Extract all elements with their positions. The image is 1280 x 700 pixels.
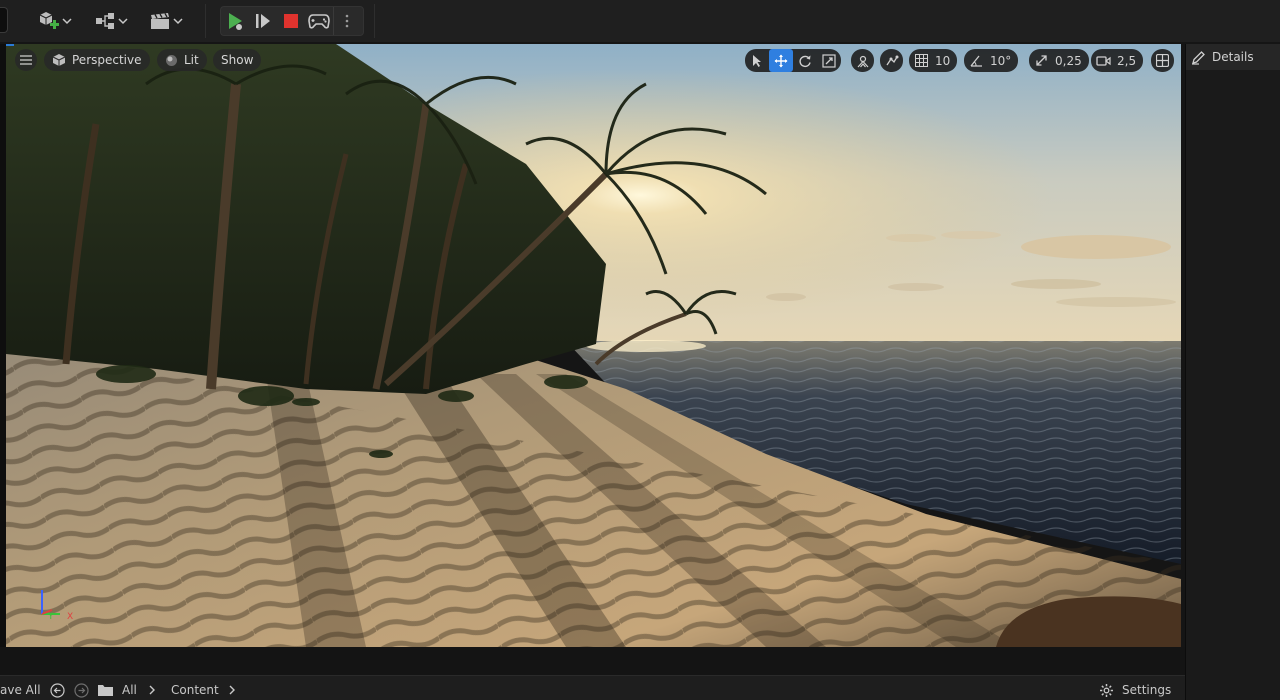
scale-snap-control[interactable]: 0,25 [1029, 49, 1089, 72]
camera-icon [1091, 49, 1115, 72]
tab-details[interactable]: Details [1186, 44, 1280, 70]
stop-icon [284, 14, 298, 28]
rotation-snap-value: 10° [990, 53, 1012, 68]
angle-icon [964, 49, 988, 72]
lit-label: Lit [184, 53, 199, 67]
cube-icon [52, 54, 66, 66]
transform-tools [745, 49, 841, 72]
show-button[interactable]: Show [213, 49, 262, 71]
gamepad-icon [308, 14, 330, 29]
axis-label-y: Y [47, 612, 54, 622]
move-icon [774, 54, 788, 67]
view-mode-button[interactable]: Lit [157, 49, 207, 71]
pencil-icon [1192, 50, 1205, 65]
arrow-left-circle-icon [50, 682, 65, 698]
chevron-right-icon [148, 680, 156, 700]
perspective-label: Perspective [72, 53, 142, 67]
possess-eject-button[interactable] [305, 7, 333, 35]
play-controls [220, 6, 364, 36]
camera-speed-value: 2,5 [1117, 53, 1137, 68]
surface-snapping-button[interactable] [880, 49, 903, 72]
breadcrumb-all-label: All [122, 683, 137, 697]
blueprint-icon [94, 7, 116, 35]
breadcrumb-content[interactable]: Content [171, 680, 219, 700]
rotation-snap-control[interactable]: 10° [964, 49, 1019, 72]
main-toolbar [0, 0, 1280, 42]
advance-frame-icon [256, 14, 270, 28]
viewport-focus-indicator [6, 44, 14, 46]
coordinate-system-button[interactable] [851, 49, 874, 72]
toolbar-separator [374, 4, 375, 38]
save-all-button[interactable]: ave All [0, 680, 41, 700]
arrow-right-circle-icon [74, 682, 89, 698]
cinematics-dropdown[interactable] [149, 6, 183, 36]
history-back-button[interactable] [50, 680, 65, 700]
settings-button[interactable]: Settings [1099, 680, 1171, 700]
axis-gizmo-icon: Y X [41, 590, 73, 622]
toolbar-separator [205, 4, 206, 38]
layout-icon [1151, 49, 1174, 72]
select-mode-button[interactable] [745, 49, 769, 72]
show-label: Show [221, 53, 254, 67]
scale-snap-icon [1029, 49, 1053, 72]
folder-button[interactable] [97, 680, 114, 700]
viewport-options-button[interactable] [15, 49, 37, 71]
play-options-button[interactable] [333, 7, 359, 35]
toolbar-left-edge [0, 7, 8, 33]
world-icon [851, 49, 874, 72]
gear-icon [1100, 683, 1113, 697]
history-forward-button[interactable] [74, 680, 89, 700]
play-button[interactable] [221, 7, 249, 35]
scale-snap-value: 0,25 [1055, 53, 1082, 68]
breadcrumb-all[interactable]: All [122, 680, 137, 700]
scale-mode-button[interactable] [817, 49, 841, 72]
details-tab-label: Details [1212, 50, 1254, 64]
add-actor-dropdown[interactable] [38, 6, 72, 36]
surface-snap-icon [880, 49, 903, 72]
chevron-right-icon [228, 680, 236, 700]
stop-button[interactable] [277, 7, 305, 35]
lit-sphere-icon [166, 54, 177, 66]
rotate-icon [799, 55, 811, 67]
content-browser-bar: ave All All Content Settings [0, 675, 1185, 700]
cinematics-icon [149, 7, 171, 35]
bottom-drawer-strip [0, 647, 1185, 675]
viewport-layout-button[interactable] [1151, 49, 1174, 72]
settings-label: Settings [1122, 683, 1172, 697]
translate-mode-button[interactable] [769, 49, 793, 72]
chevron-down-icon [62, 7, 72, 35]
chevron-down-icon [173, 7, 183, 35]
axis-label-x: X [67, 612, 73, 622]
folder-icon [98, 685, 113, 696]
chevron-down-icon [118, 7, 128, 35]
blueprint-dropdown[interactable] [94, 6, 128, 36]
beach-scene-image [6, 44, 1181, 647]
play-icon [229, 13, 242, 30]
rotate-mode-button[interactable] [793, 49, 817, 72]
level-viewport[interactable]: Perspective Lit Show 10 10° 0,25 2,5 Y X [0, 44, 1181, 647]
more-options-icon [345, 14, 348, 28]
camera-speed-control[interactable]: 2,5 [1091, 49, 1144, 72]
cursor-icon [753, 54, 761, 67]
save-all-label: ave All [0, 683, 41, 697]
grid-icon [909, 49, 933, 72]
hamburger-menu-icon [20, 55, 32, 65]
grid-snap-control[interactable]: 10 [909, 49, 958, 72]
details-panel: Details [1185, 44, 1280, 700]
advance-frame-button[interactable] [249, 7, 277, 35]
add-actor-icon [38, 7, 60, 35]
perspective-button[interactable]: Perspective [44, 49, 150, 71]
breadcrumb-content-label: Content [171, 683, 219, 697]
scale-icon [822, 53, 836, 68]
grid-snap-value: 10 [935, 53, 951, 68]
